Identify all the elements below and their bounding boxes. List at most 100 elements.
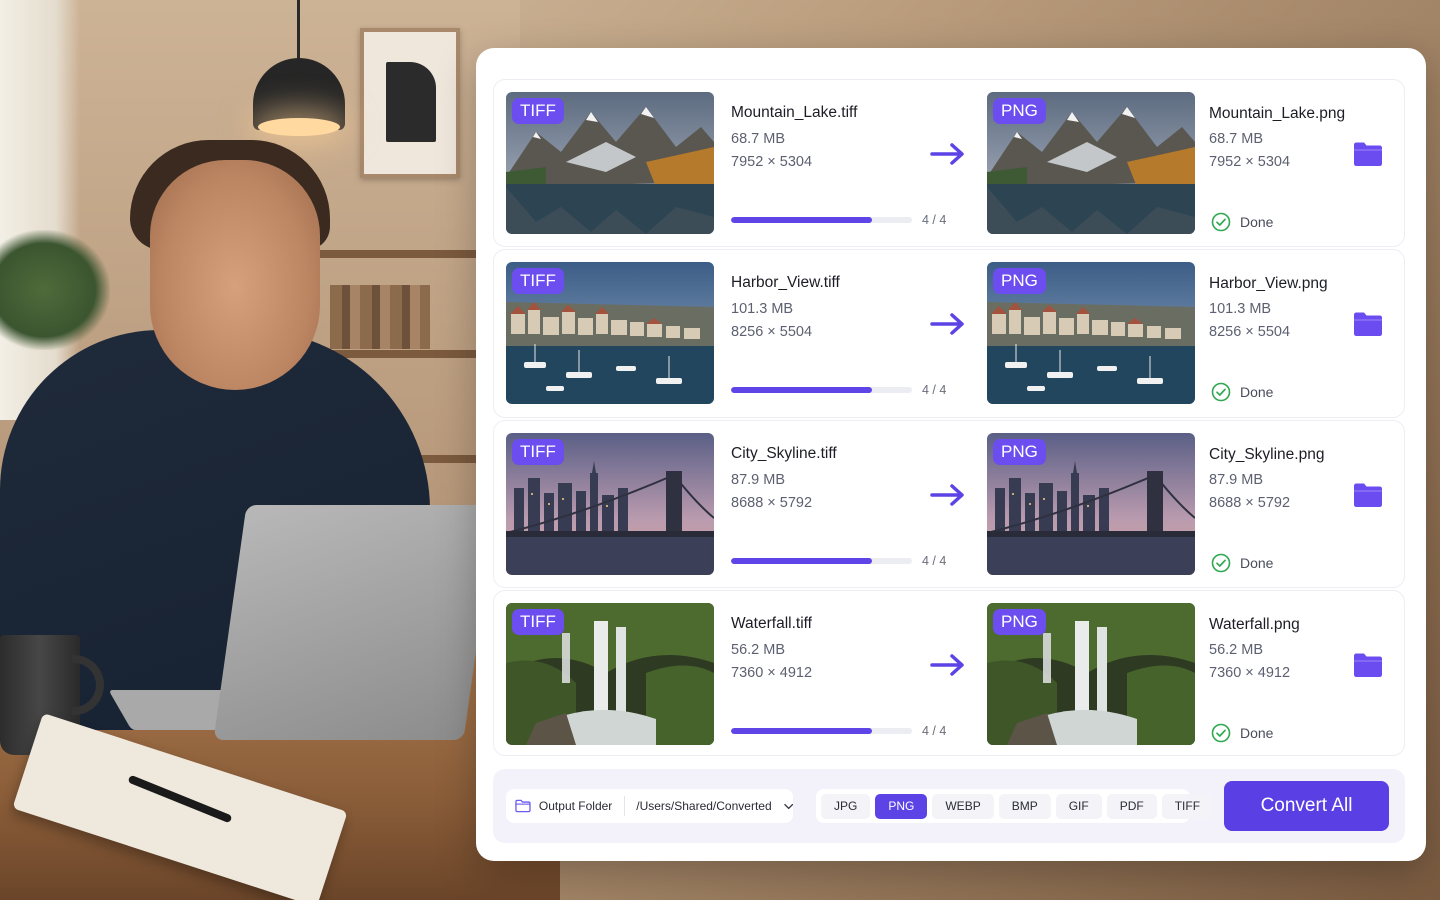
output-thumbnail: PNG — [987, 603, 1195, 745]
source-format-badge: TIFF — [512, 439, 564, 465]
progress-count: 4 / 4 — [922, 554, 947, 568]
output-format-badge: PNG — [993, 609, 1046, 635]
converter-panel: TIFF Mountain_Lake.tiff 68.7 MB 7952 × 5… — [476, 48, 1426, 861]
source-format-badge: TIFF — [512, 98, 564, 124]
format-selector: JPG PNG WEBP BMP GIF PDF TIFF — [816, 789, 1214, 823]
status-label: Done — [1240, 214, 1274, 230]
folder-icon[interactable] — [1353, 482, 1383, 508]
output-dimensions: 7360 × 4912 — [1209, 665, 1291, 681]
check-circle-icon — [1211, 723, 1231, 743]
arrow-right-icon — [930, 313, 964, 335]
conversion-progress-fill — [731, 728, 873, 734]
progress-count: 4 / 4 — [922, 724, 947, 738]
background-plant — [0, 230, 110, 350]
conversion-row: TIFF Mountain_Lake.tiff 68.7 MB 7952 × 5… — [493, 79, 1405, 247]
status-label: Done — [1240, 725, 1274, 741]
output-folder-path[interactable]: /Users/Shared/Converted — [636, 799, 771, 813]
folder-icon[interactable] — [1353, 652, 1383, 678]
background-shelf — [320, 250, 480, 258]
output-dimensions: 8256 × 5504 — [1209, 324, 1291, 340]
format-option-jpg[interactable]: JPG — [821, 793, 871, 819]
source-format-badge: TIFF — [512, 268, 564, 294]
progress-count: 4 / 4 — [922, 383, 947, 397]
convert-all-button[interactable]: Convert All — [1224, 781, 1389, 831]
source-file-name: City_Skyline.tiff — [731, 445, 837, 462]
format-option-tiff[interactable]: TIFF — [1161, 793, 1214, 819]
output-file-size: 101.3 MB — [1209, 301, 1272, 317]
output-thumbnail: PNG — [987, 262, 1195, 404]
output-file-name: Mountain_Lake.png — [1209, 105, 1346, 122]
output-format-badge: PNG — [993, 98, 1046, 124]
conversion-progress-bar — [731, 728, 912, 734]
source-thumbnail: TIFF — [506, 262, 714, 404]
output-folder-selector[interactable]: Output Folder /Users/Shared/Converted — [506, 789, 793, 823]
source-thumbnail: TIFF — [506, 433, 714, 575]
output-folder-label: Output Folder — [538, 799, 613, 813]
status-done: Done — [1211, 723, 1273, 743]
source-dimensions: 7360 × 4912 — [731, 665, 813, 681]
status-label: Done — [1240, 555, 1274, 571]
background-framed-art — [360, 28, 460, 178]
status-label: Done — [1240, 384, 1274, 400]
output-thumbnail: PNG — [987, 92, 1195, 234]
source-dimensions: 8688 × 5792 — [731, 495, 813, 511]
source-file-name: Mountain_Lake.tiff — [731, 104, 858, 121]
format-option-webp[interactable]: WEBP — [932, 793, 994, 819]
output-file-name: City_Skyline.png — [1209, 446, 1325, 463]
conversion-progress-fill — [731, 217, 873, 223]
format-option-png[interactable]: PNG — [875, 793, 928, 819]
status-done: Done — [1211, 553, 1273, 573]
source-file-size: 56.2 MB — [731, 642, 785, 658]
source-file-size: 87.9 MB — [731, 472, 785, 488]
output-format-badge: PNG — [993, 439, 1046, 465]
output-format-badge: PNG — [993, 268, 1046, 294]
chevron-down-icon[interactable] — [783, 803, 793, 810]
folder-icon[interactable] — [1353, 311, 1383, 337]
progress-count: 4 / 4 — [922, 213, 947, 227]
background-window — [0, 0, 80, 420]
folder-outline-icon — [515, 799, 531, 813]
conversion-progress-bar — [731, 387, 912, 393]
output-dimensions: 7952 × 5304 — [1209, 154, 1291, 170]
background-lamp-glow — [258, 118, 340, 136]
output-divider — [624, 796, 626, 816]
conversion-row: TIFF Harbor_View.tiff 101.3 MB 8256 × 55… — [493, 249, 1405, 418]
conversion-row: TIFF City_Skyline.tiff 87.9 MB 8688 × 57… — [493, 420, 1405, 588]
background-books — [330, 285, 430, 349]
format-option-gif[interactable]: GIF — [1055, 793, 1102, 819]
format-option-bmp[interactable]: BMP — [998, 793, 1051, 819]
status-done: Done — [1211, 382, 1273, 402]
output-file-size: 68.7 MB — [1209, 131, 1263, 147]
conversion-progress-fill — [731, 387, 873, 393]
conversion-progress-bar — [731, 558, 912, 564]
background-person-head — [150, 160, 320, 390]
source-file-size: 68.7 MB — [731, 131, 785, 147]
format-option-pdf[interactable]: PDF — [1106, 793, 1157, 819]
source-format-badge: TIFF — [512, 609, 564, 635]
conversion-progress-fill — [731, 558, 873, 564]
output-file-name: Waterfall.png — [1209, 616, 1300, 633]
source-dimensions: 7952 × 5304 — [731, 154, 813, 170]
check-circle-icon — [1211, 212, 1231, 232]
check-circle-icon — [1211, 382, 1231, 402]
source-file-name: Waterfall.tiff — [731, 615, 812, 632]
arrow-right-icon — [930, 143, 964, 165]
output-thumbnail: PNG — [987, 433, 1195, 575]
output-file-size: 56.2 MB — [1209, 642, 1263, 658]
background-laptop — [213, 505, 497, 740]
source-thumbnail: TIFF — [506, 92, 714, 234]
arrow-right-icon — [930, 484, 964, 506]
output-dimensions: 8688 × 5792 — [1209, 495, 1291, 511]
source-thumbnail: TIFF — [506, 603, 714, 745]
background-lamp-cord — [297, 0, 300, 60]
arrow-right-icon — [930, 654, 964, 676]
bottom-toolbar: Output Folder /Users/Shared/Converted JP… — [493, 769, 1405, 843]
conversion-row: TIFF Waterfall.tiff 56.2 MB 7360 × 4912 … — [493, 590, 1405, 756]
check-circle-icon — [1211, 553, 1231, 573]
status-done: Done — [1211, 212, 1273, 232]
output-file-size: 87.9 MB — [1209, 472, 1263, 488]
source-file-size: 101.3 MB — [731, 301, 794, 317]
source-file-name: Harbor_View.tiff — [731, 274, 840, 291]
output-file-name: Harbor_View.png — [1209, 275, 1328, 292]
folder-icon[interactable] — [1353, 141, 1383, 167]
